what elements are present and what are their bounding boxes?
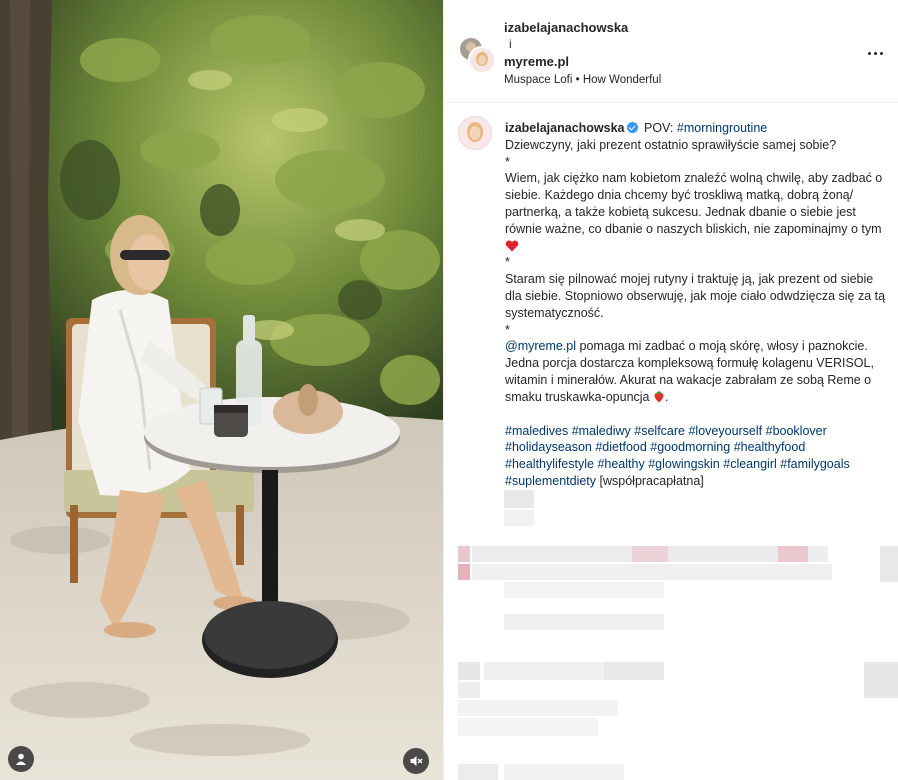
user-icon: [15, 753, 27, 765]
verified-badge-icon: [626, 122, 638, 133]
hashtag-link[interactable]: #maledives: [505, 424, 568, 438]
hashtag-link[interactable]: #loveyourself: [688, 424, 762, 438]
hashtag-link[interactable]: #glowingskin: [648, 457, 720, 471]
hashtag-link[interactable]: #healthyfood: [734, 440, 806, 454]
caption-separator: *: [505, 255, 510, 270]
hashtag-link[interactable]: #selfcare: [634, 424, 685, 438]
caption-username-link[interactable]: izabelajanachowska: [505, 121, 625, 135]
audio-artist: Muspace Lofi: [504, 74, 573, 86]
hashtag-link[interactable]: #healthylifestyle: [505, 457, 594, 471]
strawberry-icon: [654, 390, 664, 403]
caption-paragraph-3-end: .: [665, 389, 669, 404]
user-tags-button[interactable]: [8, 746, 34, 772]
caption-intro: POV:: [644, 121, 674, 135]
caption-separator: *: [505, 154, 510, 169]
avatar-secondary[interactable]: [468, 46, 496, 74]
caption-separator: *: [505, 322, 510, 337]
comments-blurred: [444, 488, 898, 780]
caption-text: izabelajanachowska POV: #morningroutine …: [505, 120, 889, 490]
red-heart-icon: [505, 240, 519, 252]
hashtag-link[interactable]: #malediwy: [572, 424, 631, 438]
more-horizontal-icon: [867, 52, 871, 55]
hashtag-link[interactable]: #booklover: [766, 424, 827, 438]
author-username-link[interactable]: izabelajanachowska: [504, 19, 661, 36]
hashtag-link[interactable]: #healthy: [597, 457, 644, 471]
mute-toggle-button[interactable]: [403, 748, 429, 774]
collab-username-link[interactable]: myreme.pl: [504, 53, 661, 70]
caption-line-1: Dziewczyny, jaki prezent ostatnio sprawi…: [505, 137, 837, 152]
hashtag-link[interactable]: #holidayseason: [505, 440, 592, 454]
hashtag-link[interactable]: #suplementdiety: [505, 474, 596, 488]
hashtag-link[interactable]: #familygoals: [780, 457, 849, 471]
hashtag-link[interactable]: #morningroutine: [677, 121, 767, 135]
hashtag-link[interactable]: #goodmorning: [650, 440, 730, 454]
post-photo: [0, 0, 443, 780]
mention-link[interactable]: @myreme.pl: [505, 339, 576, 353]
more-options-button[interactable]: [866, 42, 886, 55]
caption-avatar[interactable]: [458, 116, 492, 150]
audio-track-link[interactable]: Muspace Lofi • How Wonderful: [504, 72, 661, 89]
hashtag-list: #maledives #malediwy #selfcare #loveyour…: [505, 423, 889, 490]
speaker-muted-icon: [410, 756, 423, 766]
paid-partnership-label: [współpracapłatna]: [599, 473, 704, 488]
post-author-block: izabelajanachowska i myreme.pl Muspace L…: [504, 19, 661, 89]
post-header: izabelajanachowska i myreme.pl Muspace L…: [444, 0, 898, 103]
post-media[interactable]: [0, 0, 443, 780]
hashtag-link[interactable]: #dietfood: [595, 440, 646, 454]
caption-paragraph-2: Staram się pilnować mojej rutyny i trakt…: [505, 272, 886, 320]
hashtag-link[interactable]: #cleangirl: [723, 457, 777, 471]
post-details-panel: izabelajanachowska i myreme.pl Muspace L…: [443, 0, 898, 780]
audio-title: How Wonderful: [582, 74, 662, 86]
collab-conjunction: i: [509, 37, 512, 51]
collab-avatars[interactable]: [458, 36, 496, 74]
caption-paragraph-1: Wiem, jak ciężko nam kobietom znaleźć wo…: [505, 171, 883, 236]
audio-separator: •: [575, 74, 580, 86]
